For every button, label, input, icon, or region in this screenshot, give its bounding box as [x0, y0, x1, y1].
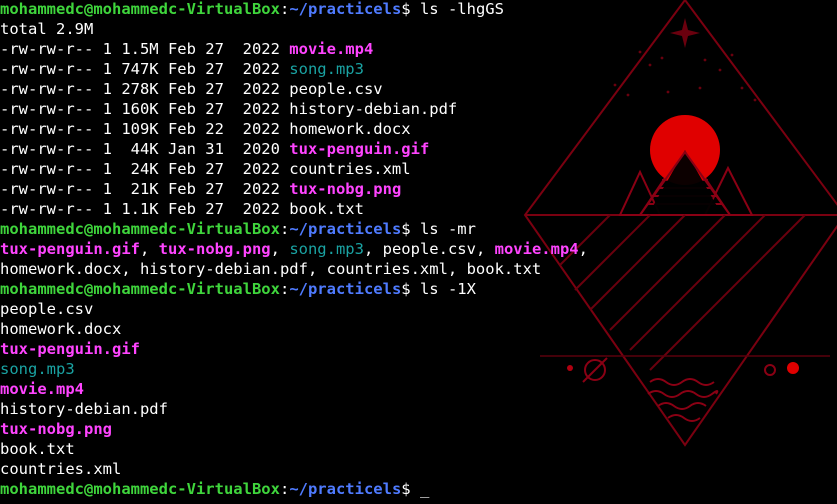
file-name: movie.mp4 — [494, 240, 579, 258]
file-name: tux-nobg.png — [158, 240, 271, 258]
output-line: homework.docx — [0, 319, 588, 339]
output-text: -rw-rw-r-- 1 747K Feb 27 2022 — [0, 60, 290, 78]
output-line: homework.docx, history-debian.pdf, count… — [0, 259, 588, 279]
output-line: -rw-rw-r-- 1 44K Jan 31 2020 tux-penguin… — [0, 139, 588, 159]
output-text: total 2.9M — [0, 20, 94, 38]
prompt-user-host: mohammedc@mohammedc-VirtualBox — [0, 280, 280, 298]
output-text: people.csv — [0, 300, 94, 318]
prompt-symbol: $ — [401, 0, 411, 18]
prompt-colon: : — [279, 280, 290, 298]
prompt-user-host: mohammedc@mohammedc-VirtualBox — [0, 0, 280, 18]
output-text: -rw-rw-r-- 1 24K Feb 27 2022 countries.x… — [0, 160, 411, 178]
output-text: book.txt — [0, 440, 75, 458]
output-line: -rw-rw-r-- 1 278K Feb 27 2022 people.csv — [0, 79, 588, 99]
prompt-colon: : — [279, 0, 290, 18]
output-text: -rw-rw-r-- 1 44K Jan 31 2020 — [0, 140, 290, 158]
planet-icon — [582, 357, 776, 383]
output-text: -rw-rw-r-- 1 1.1K Feb 27 2022 book.txt — [0, 200, 364, 218]
file-name: movie.mp4 — [289, 40, 374, 58]
output-text: , — [139, 240, 159, 258]
output-line: -rw-rw-r-- 1 21K Feb 27 2022 tux-nobg.pn… — [0, 179, 588, 199]
output-text: -rw-rw-r-- 1 21K Feb 27 2022 — [0, 180, 290, 198]
command-text: ls -lhgGS — [410, 0, 504, 18]
output-line: tux-nobg.png — [0, 419, 588, 439]
output-text: , — [578, 240, 588, 258]
output-text: -rw-rw-r-- 1 109K Feb 22 2022 homework.d… — [0, 120, 411, 138]
file-name: song.mp3 — [289, 60, 364, 78]
terminal-output[interactable]: mohammedc@mohammedc-VirtualBox:~/practic… — [0, 0, 588, 499]
prompt-symbol: $ — [401, 280, 411, 298]
output-text: -rw-rw-r-- 1 160K Feb 27 2022 history-de… — [0, 100, 458, 118]
output-text: countries.xml — [0, 460, 122, 478]
output-line: history-debian.pdf — [0, 399, 588, 419]
output-line: countries.xml — [0, 459, 588, 479]
output-text: history-debian.pdf — [0, 400, 168, 418]
prompt-line: mohammedc@mohammedc-VirtualBox:~/practic… — [0, 479, 588, 499]
file-name: tux-penguin.gif — [289, 140, 430, 158]
output-line: -rw-rw-r-- 1 109K Feb 22 2022 homework.d… — [0, 119, 588, 139]
prompt-line: mohammedc@mohammedc-VirtualBox:~/practic… — [0, 0, 588, 19]
output-line: people.csv — [0, 299, 588, 319]
command-text — [411, 480, 420, 498]
terminal-window[interactable]: mohammedc@mohammedc-VirtualBox:~/practic… — [0, 0, 837, 504]
text-cursor: _ — [419, 480, 430, 498]
output-line: book.txt — [0, 439, 588, 459]
file-name: tux-nobg.png — [0, 420, 112, 438]
output-text: homework.docx — [0, 320, 122, 338]
output-line: -rw-rw-r-- 1 1.1K Feb 27 2022 book.txt — [0, 199, 588, 219]
output-line: song.mp3 — [0, 359, 588, 379]
star-icon — [613, 18, 757, 102]
file-name: song.mp3 — [0, 360, 75, 378]
prompt-colon: : — [279, 220, 290, 238]
output-line: tux-penguin.gif — [0, 339, 588, 359]
output-text: -rw-rw-r-- 1 278K Feb 27 2022 people.csv — [0, 80, 383, 98]
output-line: tux-penguin.gif, tux-nobg.png, song.mp3,… — [0, 239, 588, 259]
prompt-line: mohammedc@mohammedc-VirtualBox:~/practic… — [0, 279, 588, 299]
output-line: -rw-rw-r-- 1 24K Feb 27 2022 countries.x… — [0, 159, 588, 179]
prompt-symbol: $ — [401, 220, 411, 238]
output-text: , people.csv, — [363, 240, 495, 258]
hatch-icon — [559, 214, 806, 371]
output-line: -rw-rw-r-- 1 160K Feb 27 2022 history-de… — [0, 99, 588, 119]
prompt-path: ~/practicels — [289, 0, 402, 18]
prompt-path: ~/practicels — [289, 480, 402, 498]
file-name: tux-penguin.gif — [0, 340, 140, 358]
file-name: tux-penguin.gif — [0, 240, 140, 258]
file-name: song.mp3 — [289, 240, 364, 258]
output-line: -rw-rw-r-- 1 747K Feb 27 2022 song.mp3 — [0, 59, 588, 79]
command-text: ls -mr — [410, 220, 476, 238]
prompt-user-host: mohammedc@mohammedc-VirtualBox — [0, 220, 280, 238]
output-text: , — [270, 240, 290, 258]
prompt-path: ~/practicels — [289, 220, 402, 238]
file-name: tux-nobg.png — [289, 180, 402, 198]
file-name: movie.mp4 — [0, 380, 84, 398]
output-line: movie.mp4 — [0, 379, 588, 399]
output-line: total 2.9M — [0, 19, 588, 39]
prompt-user-host: mohammedc@mohammedc-VirtualBox — [0, 480, 280, 498]
prompt-symbol: $ — [401, 480, 411, 498]
output-text: homework.docx, history-debian.pdf, count… — [0, 260, 542, 278]
output-line: -rw-rw-r-- 1 1.5M Feb 27 2022 movie.mp4 — [0, 39, 588, 59]
output-text: -rw-rw-r-- 1 1.5M Feb 27 2022 — [0, 40, 290, 58]
prompt-line: mohammedc@mohammedc-VirtualBox:~/practic… — [0, 219, 588, 239]
prompt-path: ~/practicels — [289, 280, 402, 298]
prompt-colon: : — [279, 480, 290, 498]
command-text: ls -1X — [410, 280, 476, 298]
